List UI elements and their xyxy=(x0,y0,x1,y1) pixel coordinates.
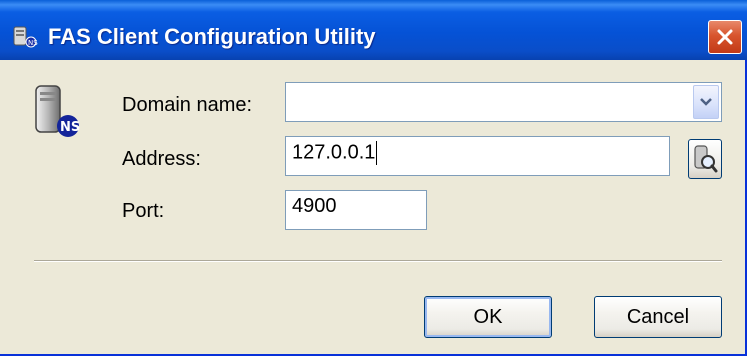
port-value: 4900 xyxy=(292,195,337,217)
dialog-window: NS FAS Client Configuration Utility NS D… xyxy=(0,0,747,356)
domain-name-label: Domain name: xyxy=(122,94,253,116)
address-label: Address: xyxy=(122,148,201,170)
address-value: 127.0.0.1 xyxy=(292,141,376,164)
domain-name-combobox[interactable] xyxy=(285,82,722,122)
title-bar[interactable]: NS FAS Client Configuration Utility xyxy=(0,0,747,60)
text-caret xyxy=(376,141,378,165)
separator xyxy=(34,260,722,262)
port-input[interactable]: 4900 xyxy=(285,190,427,230)
window-title: FAS Client Configuration Utility xyxy=(48,24,376,49)
server-icon: NS xyxy=(35,85,80,137)
svg-text:NS: NS xyxy=(60,120,80,135)
close-icon xyxy=(717,29,733,45)
cancel-button[interactable]: Cancel xyxy=(594,296,722,338)
server-icon: NS xyxy=(13,26,38,48)
address-input[interactable]: 127.0.0.1 xyxy=(285,136,670,176)
port-label: Port: xyxy=(122,200,165,222)
dropdown-button[interactable] xyxy=(693,85,719,119)
svg-text:NS: NS xyxy=(28,39,38,47)
browse-button[interactable] xyxy=(688,139,722,179)
browse-search-icon xyxy=(694,145,718,173)
close-button[interactable] xyxy=(708,20,742,54)
ok-button[interactable]: OK xyxy=(424,296,552,338)
chevron-down-icon xyxy=(700,98,712,106)
